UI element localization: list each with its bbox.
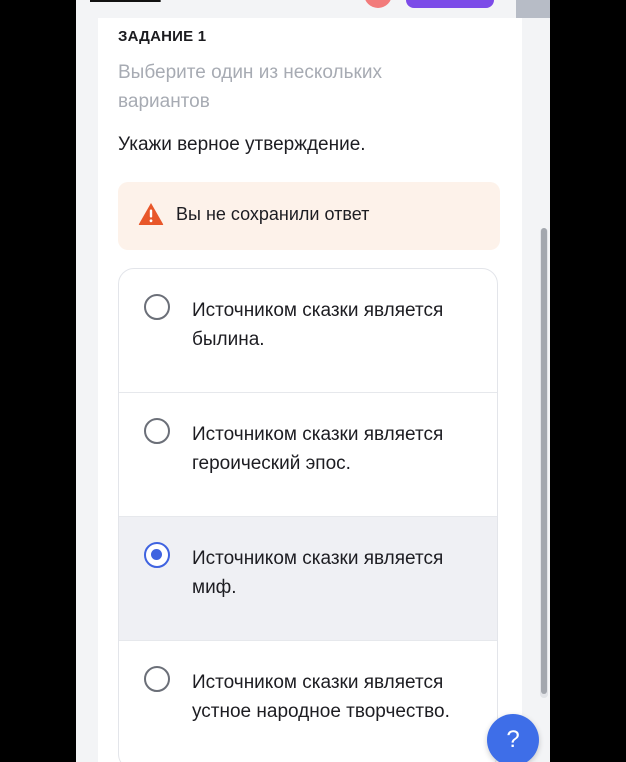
warning-icon <box>138 203 164 225</box>
warning-text: Вы не сохранили ответ <box>176 204 370 224</box>
answer-option[interactable]: Источником сказки является героический э… <box>119 393 497 517</box>
side-panel-tile[interactable] <box>516 0 550 18</box>
radio-dot <box>151 549 162 560</box>
answer-option[interactable]: Источником сказки является былина. <box>119 269 497 393</box>
app-screen: ▀▀▀▀ ЗАДАНИЕ 1 Выберите один из нескольк… <box>76 0 550 762</box>
answer-option-selected[interactable]: Источником сказки является миф. <box>119 517 497 641</box>
option-label: Источником сказки является устное народн… <box>192 672 450 722</box>
option-label: Источником сказки является былина. <box>192 300 444 350</box>
avatar[interactable] <box>364 0 392 8</box>
radio-button[interactable] <box>144 666 170 692</box>
unsaved-warning: Вы не сохранили ответ <box>118 182 500 250</box>
task-card: ЗАДАНИЕ 1 Выберите один из нескольких ва… <box>98 18 522 762</box>
scrollbar-thumb[interactable] <box>541 228 547 694</box>
option-label: Источником сказки является миф. <box>192 548 444 598</box>
logo: ▀▀▀▀ <box>90 0 161 16</box>
task-hint: Выберите один из нескольких вариантов <box>118 62 382 112</box>
answer-option[interactable]: Источником сказки является устное народн… <box>119 641 497 762</box>
radio-button-checked[interactable] <box>144 542 170 568</box>
radio-button[interactable] <box>144 294 170 320</box>
answer-options: Источником сказки является былина. Источ… <box>118 268 498 762</box>
help-button[interactable]: ? <box>487 714 539 762</box>
top-bar: ▀▀▀▀ <box>76 0 550 18</box>
top-action-button[interactable] <box>406 0 494 8</box>
question-text: Укажи верное утверждение. <box>118 134 366 155</box>
option-label: Источником сказки является героический э… <box>192 424 444 474</box>
radio-button[interactable] <box>144 418 170 444</box>
task-label: ЗАДАНИЕ 1 <box>118 28 207 45</box>
